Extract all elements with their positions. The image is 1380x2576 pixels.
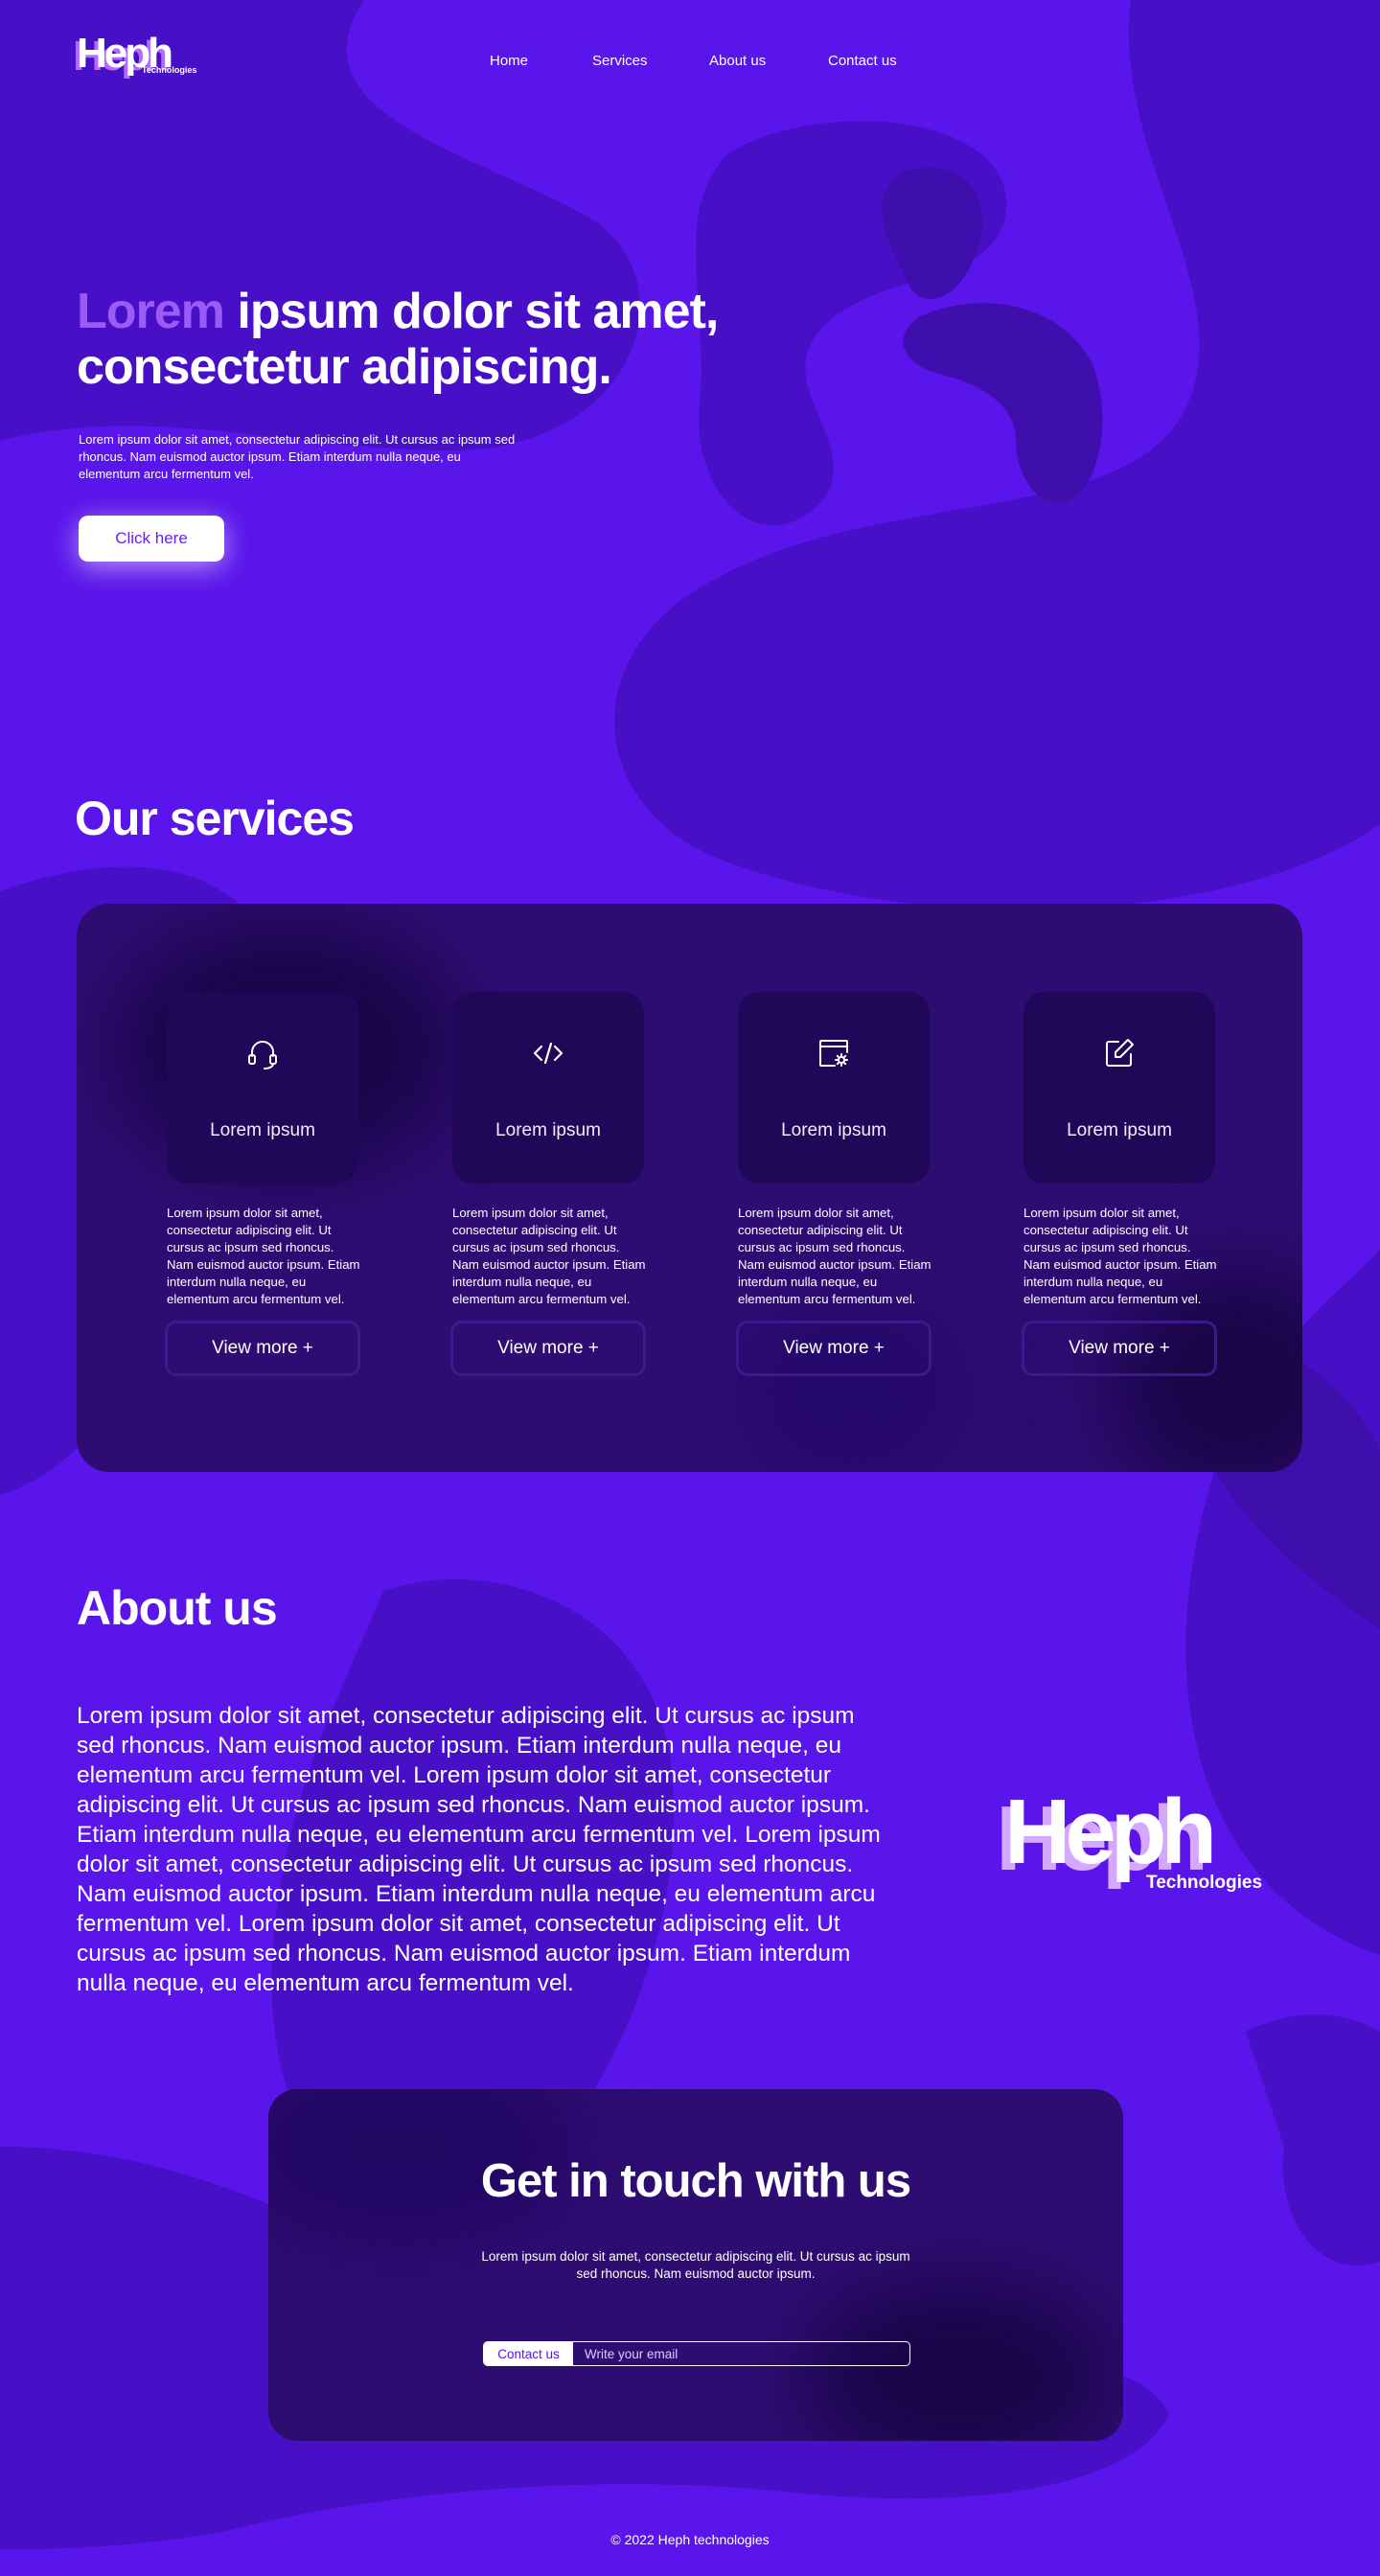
nav-contact-us[interactable]: Contact us xyxy=(828,52,897,71)
email-subscribe-form: Contact us xyxy=(483,2341,910,2366)
services-title: Our services xyxy=(75,792,355,845)
service-card[interactable]: Lorem ipsum xyxy=(452,992,644,1184)
service-description: Lorem ipsum dolor sit amet, consectetur … xyxy=(167,1206,360,1306)
service-description: Lorem ipsum dolor sit amet, consectetur … xyxy=(738,1206,932,1306)
service-card[interactable]: Lorem ipsum xyxy=(738,992,930,1184)
contact-description: Lorem ipsum dolor sit amet, consectetur … xyxy=(481,2249,910,2281)
headset-icon xyxy=(248,1041,277,1070)
service-item: Lorem ipsum Lorem ipsum dolor sit amet, … xyxy=(450,992,648,1394)
browser-settings-icon xyxy=(819,1040,848,1067)
edit-icon xyxy=(1106,1039,1134,1067)
service-description: Lorem ipsum dolor sit amet, consectetur … xyxy=(452,1206,646,1306)
service-card[interactable]: Lorem ipsum xyxy=(167,992,358,1184)
nav-services[interactable]: Services xyxy=(592,52,648,71)
hero-title-accent: Lorem xyxy=(77,284,225,339)
service-item: Lorem ipsum Lorem ipsum dolor sit amet, … xyxy=(736,992,933,1394)
service-name: Lorem ipsum xyxy=(495,1120,601,1140)
service-name: Lorem ipsum xyxy=(1067,1120,1172,1140)
hero-description: Lorem ipsum dolor sit amet, consectetur … xyxy=(79,432,516,481)
about-description: Lorem ipsum dolor sit amet, consectetur … xyxy=(77,1703,881,1996)
about-brand-logo: Heph Technologies xyxy=(997,1781,1262,1894)
about-title: About us xyxy=(77,1581,278,1635)
service-name: Lorem ipsum xyxy=(781,1120,886,1140)
footer-copyright: © 2022 Heph technologies xyxy=(610,2532,770,2547)
hero-title: Lorem ipsum dolor sit amet, consectetur … xyxy=(77,284,767,395)
view-more-button[interactable]: View more + xyxy=(736,1321,932,1376)
contact-title: Get in touch with us xyxy=(480,2155,911,2207)
about-logo-tagline: Technologies xyxy=(1146,1873,1263,1893)
services-panel: Lorem ipsum Lorem ipsum dolor sit amet, … xyxy=(77,904,1302,1472)
service-item: Lorem ipsum Lorem ipsum dolor sit amet, … xyxy=(165,992,362,1394)
nav-home[interactable]: Home xyxy=(490,52,528,71)
service-name: Lorem ipsum xyxy=(210,1120,315,1140)
view-more-button[interactable]: View more + xyxy=(1022,1321,1217,1376)
main-nav: Home Services About us Contact us xyxy=(0,52,1380,71)
contact-panel: Get in touch with us Lorem ipsum dolor s… xyxy=(268,2089,1123,2441)
about-logo-word: Heph xyxy=(1004,1781,1217,1883)
nav-about-us[interactable]: About us xyxy=(709,52,766,71)
email-input[interactable] xyxy=(573,2342,909,2365)
service-item: Lorem ipsum Lorem ipsum dolor sit amet, … xyxy=(1022,992,1219,1394)
view-more-button[interactable]: View more + xyxy=(165,1321,360,1376)
service-card[interactable]: Lorem ipsum xyxy=(1024,992,1215,1184)
contact-us-button[interactable]: Contact us xyxy=(484,2342,573,2365)
hero-cta-button[interactable]: Click here xyxy=(79,516,224,562)
service-description: Lorem ipsum dolor sit amet, consectetur … xyxy=(1024,1206,1217,1306)
code-icon xyxy=(533,1042,564,1065)
view-more-button[interactable]: View more + xyxy=(450,1321,646,1376)
